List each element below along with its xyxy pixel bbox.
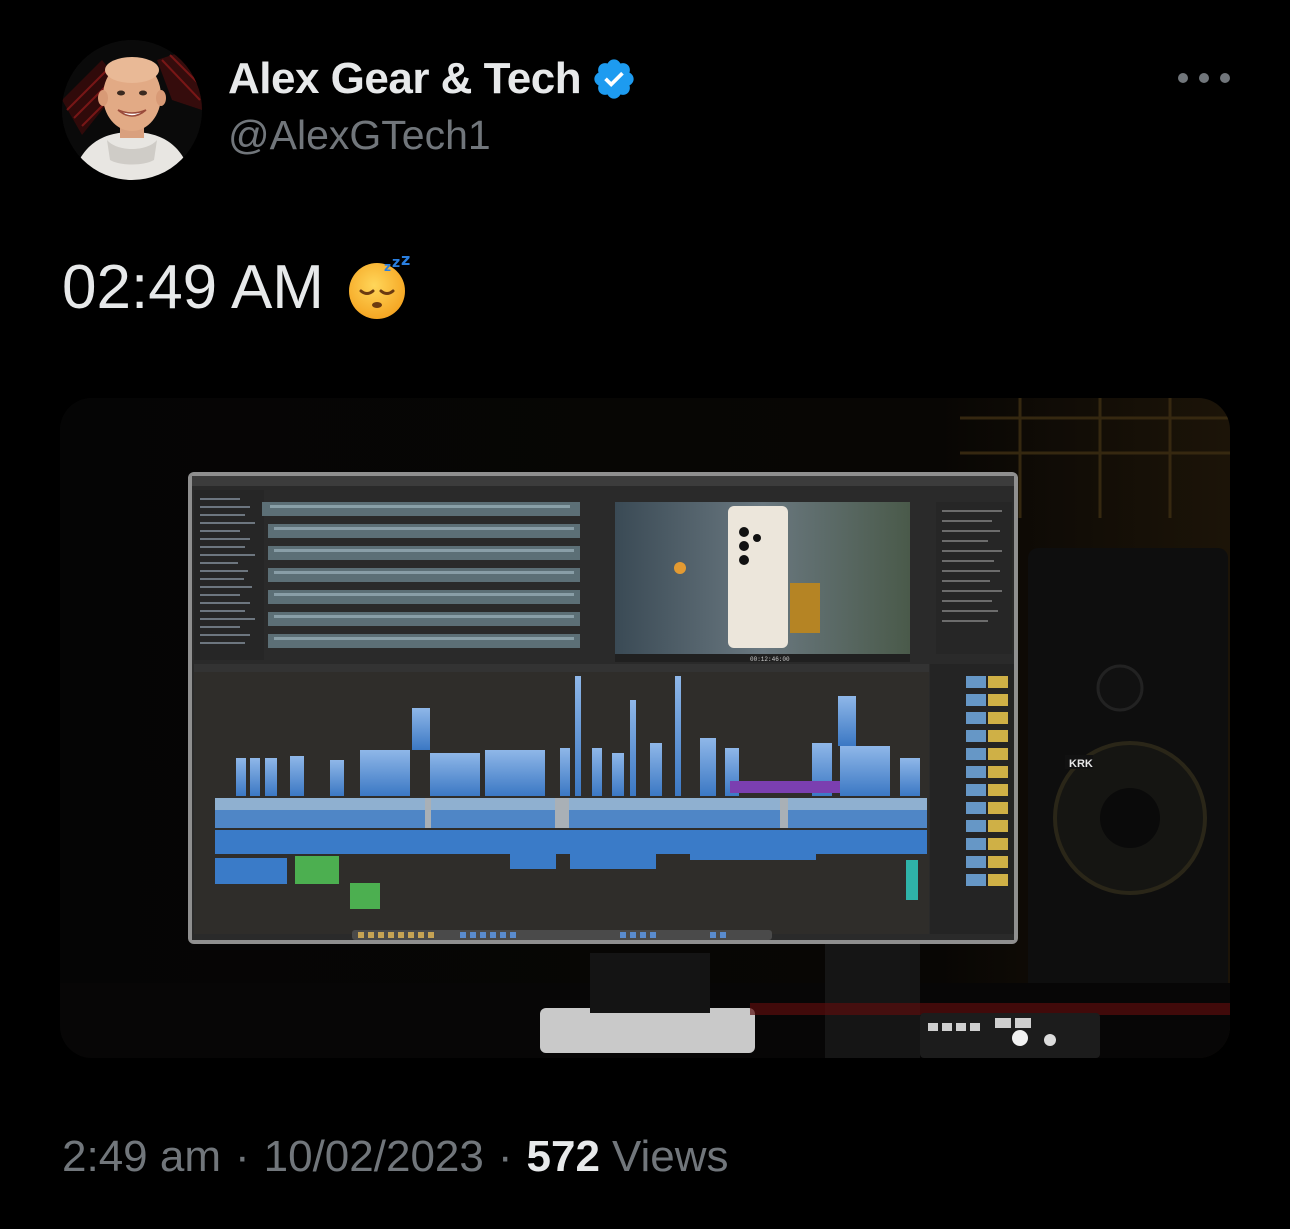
tweet-text: 02:49 AM z z z xyxy=(62,252,412,323)
ellipsis-icon xyxy=(1178,73,1188,83)
views-count[interactable]: 572 xyxy=(527,1132,600,1182)
views-label[interactable]: Views xyxy=(612,1132,729,1182)
photo-image: KRK 00:12:46:00 xyxy=(60,398,1230,1058)
profile-photo xyxy=(62,40,202,180)
sleeping-face-emoji-icon: z z z xyxy=(348,255,410,319)
meta-separator: · xyxy=(234,1132,250,1181)
svg-text:z: z xyxy=(401,255,410,269)
avatar[interactable] xyxy=(62,40,202,180)
verified-badge-icon xyxy=(594,59,634,99)
tweet-time[interactable]: 2:49 am xyxy=(62,1132,221,1182)
more-options-button[interactable] xyxy=(1178,62,1230,94)
meta-separator: · xyxy=(497,1132,513,1181)
tweet: Alex Gear & Tech @AlexGTech1 02:49 AM z xyxy=(0,0,1290,1229)
tweet-date[interactable]: 10/02/2023 xyxy=(264,1132,484,1182)
tweet-text-content: 02:49 AM xyxy=(62,253,324,322)
author-name-row[interactable]: Alex Gear & Tech xyxy=(228,52,637,106)
svg-text:z: z xyxy=(392,255,400,271)
speaker-brand-label: KRK xyxy=(1069,758,1093,770)
svg-text:z: z xyxy=(384,260,391,274)
display-name[interactable]: Alex Gear & Tech xyxy=(228,54,582,104)
viewer-timecode: 00:12:46:00 xyxy=(750,656,790,663)
ellipsis-icon xyxy=(1220,73,1230,83)
tweet-meta: 2:49 am · 10/02/2023 · 572 Views xyxy=(62,1132,729,1182)
ellipsis-icon xyxy=(1199,73,1209,83)
tweet-photo[interactable]: KRK 00:12:46:00 xyxy=(60,398,1230,1058)
author-handle[interactable]: @AlexGTech1 xyxy=(228,112,491,159)
